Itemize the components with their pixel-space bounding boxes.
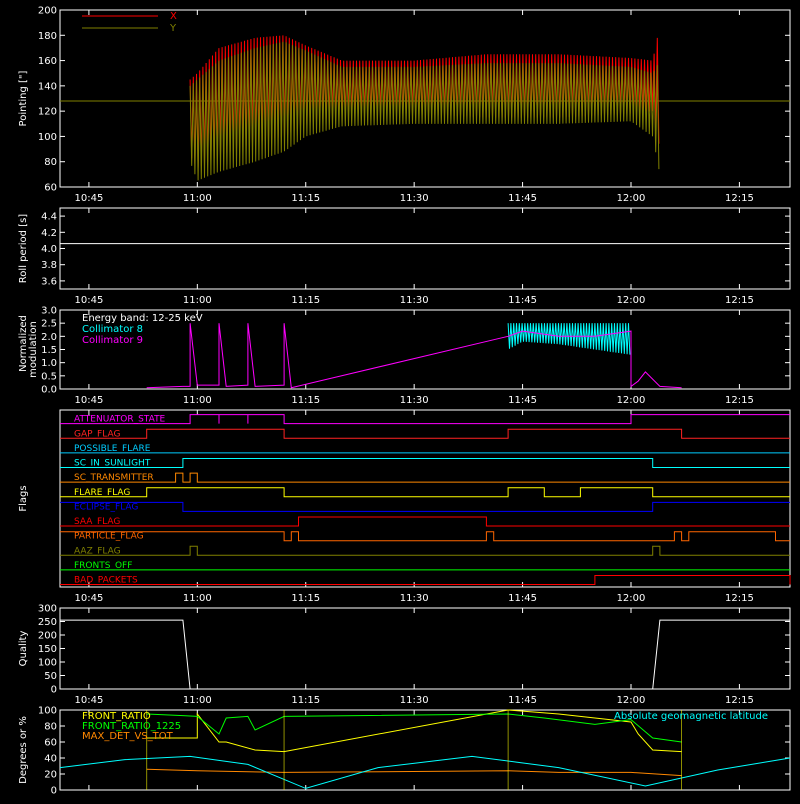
flag-label: FRONTS_OFF xyxy=(74,561,132,571)
x-tick-label: 11:30 xyxy=(400,193,429,204)
x-tick-label: 11:00 xyxy=(183,395,212,406)
flag-label: PARTICLE_FLAG xyxy=(74,532,144,542)
y-tick-label: 3.8 xyxy=(41,260,57,271)
y-tick-label: 120 xyxy=(38,107,57,118)
x-tick-label: 11:00 xyxy=(183,193,212,204)
y-tick-label: 2.5 xyxy=(41,319,57,330)
flag-label: AAZ_FLAG xyxy=(74,546,121,556)
flag-label: POSSIBLE_FLARE xyxy=(74,444,151,454)
x-tick-label: 11:00 xyxy=(183,593,212,604)
y-tick-label: 250 xyxy=(38,617,57,628)
y-tick-label: 0 xyxy=(51,685,57,696)
x-tick-label: 12:15 xyxy=(725,695,754,706)
y-tick-label: 1.0 xyxy=(41,358,57,369)
y-tick-label: 3.6 xyxy=(41,276,57,287)
x-tick-label: 11:30 xyxy=(400,695,429,706)
legend-entry: Collimator 9 xyxy=(82,335,143,346)
x-tick-label: 11:15 xyxy=(291,593,320,604)
x-tick-label: 11:00 xyxy=(183,295,212,306)
x-tick-label: 12:15 xyxy=(725,395,754,406)
chart-root: 10:45 11:00 11:15 11:30 11:45 12:00 12:15 60 80 1… xyxy=(0,0,800,800)
flag-label: SAA_FLAG xyxy=(74,517,120,527)
x-tick-label: 11:45 xyxy=(508,593,537,604)
y-axis-label: Pointing ["] xyxy=(18,70,29,126)
legend-entry: Collimator 8 xyxy=(82,324,143,335)
x-tick-label: 12:00 xyxy=(617,295,646,306)
y-tick-label: 1.5 xyxy=(41,345,57,356)
y-tick-label: 60 xyxy=(44,738,57,749)
y-tick-label: 4.4 xyxy=(41,212,57,223)
y-tick-label: 80 xyxy=(44,722,57,733)
legend-entry: X xyxy=(170,11,177,22)
x-tick-label: 10:45 xyxy=(74,395,103,406)
y-tick-label: 0 xyxy=(51,786,57,797)
y-tick-label: 140 xyxy=(38,81,57,92)
y-tick-label: 3.0 xyxy=(41,306,57,317)
y-tick-label: 20 xyxy=(44,770,57,781)
flag-label: ATTENUATOR_STATE xyxy=(74,415,166,425)
x-tick-label: 11:30 xyxy=(400,395,429,406)
flag-label: FLARE_FLAG xyxy=(74,488,130,498)
x-tick-label: 11:15 xyxy=(291,193,320,204)
x-tick-label: 11:30 xyxy=(400,593,429,604)
x-tick-label: 12:00 xyxy=(617,395,646,406)
legend-entry: Y xyxy=(169,23,177,34)
x-tick-label: 11:45 xyxy=(508,395,537,406)
x-tick-label: 12:15 xyxy=(725,593,754,604)
x-tick-label: 12:00 xyxy=(617,695,646,706)
flag-label: BAD_PACKETS xyxy=(74,576,138,586)
flag-label: SC_IN_SUNLIGHT xyxy=(74,459,151,469)
x-tick-label: 12:15 xyxy=(725,295,754,306)
chart-figure: 10:45 11:00 11:15 11:30 11:45 12:00 12:15 60 80 1… xyxy=(0,0,800,800)
y-axis-label: Roll period [s] xyxy=(18,214,29,283)
y-tick-label: 0.5 xyxy=(41,371,57,382)
legend-entry: MAX_DET_VS_TOT xyxy=(82,731,174,742)
y-tick-label: 200 xyxy=(38,6,57,17)
y-tick-label: 100 xyxy=(38,132,57,143)
y-tick-label: 150 xyxy=(38,644,57,655)
x-tick-label: 11:00 xyxy=(183,695,212,706)
x-tick-label: 12:00 xyxy=(617,593,646,604)
x-tick-label: 12:15 xyxy=(725,193,754,204)
y-tick-label: 0.0 xyxy=(41,385,57,396)
x-tick-label: 10:45 xyxy=(74,193,103,204)
y-tick-label: 50 xyxy=(44,671,57,682)
x-tick-label: 11:15 xyxy=(291,695,320,706)
y-axis-label: Degrees or % xyxy=(18,716,29,784)
y-tick-label: 100 xyxy=(38,706,57,717)
legend-entry: Energy band: 12-25 keV xyxy=(82,313,203,324)
x-tick-label: 11:30 xyxy=(400,295,429,306)
x-tick-label: 11:45 xyxy=(508,695,537,706)
x-tick-label: 11:45 xyxy=(508,295,537,306)
y-tick-label: 200 xyxy=(38,631,57,642)
flag-label: ECLIPSE_FLAG xyxy=(74,502,138,512)
y-tick-label: 300 xyxy=(38,604,57,615)
x-tick-label: 10:45 xyxy=(74,593,103,604)
x-tick-label: 11:15 xyxy=(291,295,320,306)
x-tick-label: 11:45 xyxy=(508,193,537,204)
flag-label: GAP_FLAG xyxy=(74,429,120,439)
y-tick-label: 2.0 xyxy=(41,332,57,343)
y-tick-label: 4.2 xyxy=(41,228,57,239)
x-tick-label: 12:00 xyxy=(617,193,646,204)
y-axis-label: Quality xyxy=(18,631,29,667)
x-tick-label: 10:45 xyxy=(74,295,103,306)
y-tick-label: 100 xyxy=(38,658,57,669)
y-tick-label: 4.0 xyxy=(41,244,57,255)
y-tick-label: 40 xyxy=(44,754,57,765)
x-tick-label: 10:45 xyxy=(74,695,103,706)
y-tick-label: 80 xyxy=(44,157,57,168)
x-tick-label: 11:15 xyxy=(291,395,320,406)
y-tick-label: 160 xyxy=(38,56,57,67)
y-axis-label: Flags xyxy=(18,485,29,511)
y-tick-label: 60 xyxy=(44,183,57,194)
legend-entry: Absolute geomagnetic latitude xyxy=(614,711,768,722)
y-axis-label: modulation xyxy=(28,321,39,378)
y-tick-label: 180 xyxy=(38,31,57,42)
flag-label: SC_TRANSMITTER xyxy=(74,473,154,483)
